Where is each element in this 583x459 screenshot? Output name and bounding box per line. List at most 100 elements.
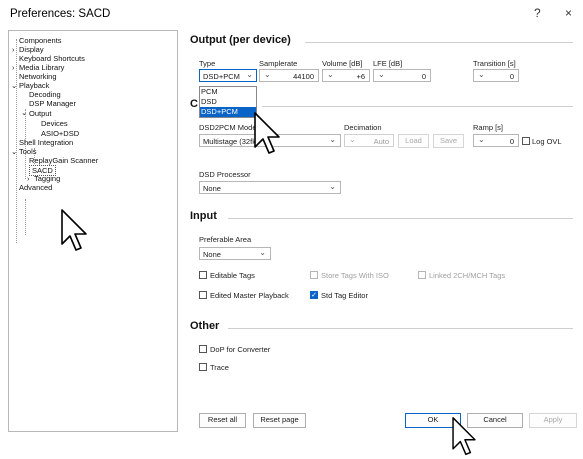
tree-item-decoding[interactable]: Decoding — [29, 90, 61, 99]
trace-checkbox[interactable] — [199, 363, 207, 371]
collapse-icon[interactable]: ⌄ — [11, 81, 17, 90]
editable-tags-checkbox[interactable] — [199, 271, 207, 279]
decimation-label: Decimation — [344, 123, 382, 132]
store-tags-iso-label: Store Tags With ISO — [321, 271, 389, 280]
section-divider — [262, 106, 573, 107]
lfe-dropdown[interactable]: ⌄ 0 — [373, 69, 431, 82]
editable-tags-label: Editable Tags — [210, 271, 255, 280]
check-icon: ✓ — [311, 292, 317, 299]
ramp-label: Ramp [s] — [473, 123, 504, 132]
output-section-title: Output (per device) — [190, 34, 291, 46]
collapse-icon[interactable]: ⌄ — [11, 147, 17, 156]
chevron-down-icon: ⌄ — [378, 70, 385, 79]
tree-item-advanced[interactable]: Advanced — [19, 183, 52, 192]
section-divider — [228, 218, 573, 219]
window-title: Preferences: SACD — [10, 8, 111, 20]
tree-item-tools[interactable]: Tools — [19, 147, 37, 156]
help-button[interactable]: ? — [534, 6, 541, 20]
tree-item-output[interactable]: Output — [29, 109, 52, 118]
expand-icon[interactable]: › — [12, 45, 15, 54]
type-option-dsd[interactable]: DSD — [200, 97, 256, 107]
preferences-tree[interactable]: Components › Display Keyboard Shortcuts … — [8, 30, 178, 432]
decimation-value: Auto — [373, 136, 389, 146]
decimation-dropdown[interactable]: ⌄ Auto — [344, 134, 394, 147]
tree-item-replaygain-scanner[interactable]: ReplayGain Scanner — [29, 156, 98, 165]
tree-item-playback[interactable]: Playback — [19, 81, 49, 90]
dop-checkbox[interactable] — [199, 345, 207, 353]
transition-value: 0 — [509, 71, 514, 81]
reset-all-button[interactable]: Reset all — [199, 413, 246, 428]
edited-master-label: Edited Master Playback — [210, 291, 289, 300]
chevron-down-icon: ⌄ — [264, 70, 271, 79]
type-option-dsd-pcm[interactable]: DSD+PCM — [200, 107, 256, 117]
store-tags-iso-checkbox[interactable] — [310, 271, 318, 279]
tree-item-keyboard-shortcuts[interactable]: Keyboard Shortcuts — [19, 54, 85, 63]
reset-page-button[interactable]: Reset page — [253, 413, 306, 428]
tree-item-display[interactable]: Display — [19, 45, 44, 54]
chevron-down-icon: ⌄ — [478, 70, 485, 79]
lfe-label: LFE [dB] — [373, 59, 403, 68]
dsd-processor-value: None — [203, 183, 221, 193]
tree-item-tagging[interactable]: Tagging — [34, 174, 60, 183]
dop-label: DoP for Converter — [210, 345, 271, 354]
preferable-area-value: None — [203, 249, 221, 259]
trace-label: Trace — [210, 363, 229, 372]
chevron-down-icon: ⌄ — [259, 248, 266, 257]
edited-master-checkbox[interactable] — [199, 291, 207, 299]
section-divider — [305, 42, 573, 43]
preferable-area-label: Preferable Area — [199, 235, 252, 244]
preferable-area-dropdown[interactable]: None ⌄ — [199, 247, 271, 260]
samplerate-label: Samplerate — [259, 59, 298, 68]
collapse-icon[interactable]: ⌄ — [21, 108, 27, 117]
chevron-down-icon: ⌄ — [246, 70, 253, 79]
type-option-pcm[interactable]: PCM — [200, 87, 256, 97]
volume-dropdown[interactable]: ⌄ +6 — [322, 69, 370, 82]
volume-label: Volume [dB] — [322, 59, 363, 68]
type-dropdown[interactable]: DSD+PCM ⌄ — [199, 69, 257, 82]
load-button[interactable]: Load — [398, 134, 429, 148]
tree-item-networking[interactable]: Networking — [19, 72, 57, 81]
tree-item-components[interactable]: Components — [19, 36, 62, 45]
tree-item-shell-integration[interactable]: Shell Integration — [19, 138, 73, 147]
save-button[interactable]: Save — [433, 134, 464, 148]
std-tag-editor-label: Std Tag Editor — [321, 291, 368, 300]
apply-button[interactable]: Apply — [529, 413, 577, 428]
tree-item-devices[interactable]: Devices — [41, 119, 68, 128]
samplerate-dropdown[interactable]: ⌄ 44100 — [259, 69, 319, 82]
chevron-down-icon: ⌄ — [327, 70, 334, 79]
mouse-pointer-icon — [61, 209, 87, 251]
chevron-down-icon: ⌄ — [329, 182, 336, 191]
std-tag-editor-checkbox[interactable]: ✓ — [310, 291, 318, 299]
samplerate-value: 44100 — [293, 71, 314, 81]
volume-value: +6 — [356, 71, 365, 81]
tree-item-dsp-manager[interactable]: DSP Manager — [29, 99, 76, 108]
tree-item-asio-dsd[interactable]: ASIO+DSD — [41, 129, 79, 138]
type-options-list[interactable]: PCM DSD DSD+PCM — [199, 86, 257, 118]
log-ovl-label: Log OVL — [532, 137, 562, 146]
expand-icon[interactable]: › — [12, 63, 15, 72]
dsd-processor-label: DSD Processor — [199, 170, 251, 179]
transition-label: Transition [s] — [473, 59, 516, 68]
tree-item-media-library[interactable]: Media Library — [19, 63, 64, 72]
type-label: Type — [199, 59, 216, 68]
dsd2pcm-mode-value: Multistage (32fk — [203, 136, 256, 146]
mouse-pointer-icon — [452, 417, 476, 456]
ramp-value: 0 — [509, 136, 514, 146]
ramp-dropdown[interactable]: ⌄ 0 — [473, 134, 519, 147]
linked-tags-checkbox[interactable] — [418, 271, 426, 279]
dsd-processor-dropdown[interactable]: None ⌄ — [199, 181, 341, 194]
other-section-title: Other — [190, 320, 220, 332]
chevron-down-icon: ⌄ — [478, 135, 485, 144]
type-value: DSD+PCM — [203, 71, 240, 81]
input-section-title: Input — [190, 210, 217, 222]
lfe-value: 0 — [421, 71, 426, 81]
close-button[interactable]: × — [565, 6, 572, 20]
transition-dropdown[interactable]: ⌄ 0 — [473, 69, 519, 82]
mouse-pointer-icon — [254, 112, 280, 154]
log-ovl-checkbox[interactable] — [522, 137, 530, 145]
chevron-down-icon: ⌄ — [349, 135, 356, 144]
section-divider — [228, 328, 573, 329]
expand-icon[interactable]: › — [27, 174, 30, 183]
chevron-down-icon: ⌄ — [329, 135, 336, 144]
conversion-section-title: C — [190, 98, 198, 110]
